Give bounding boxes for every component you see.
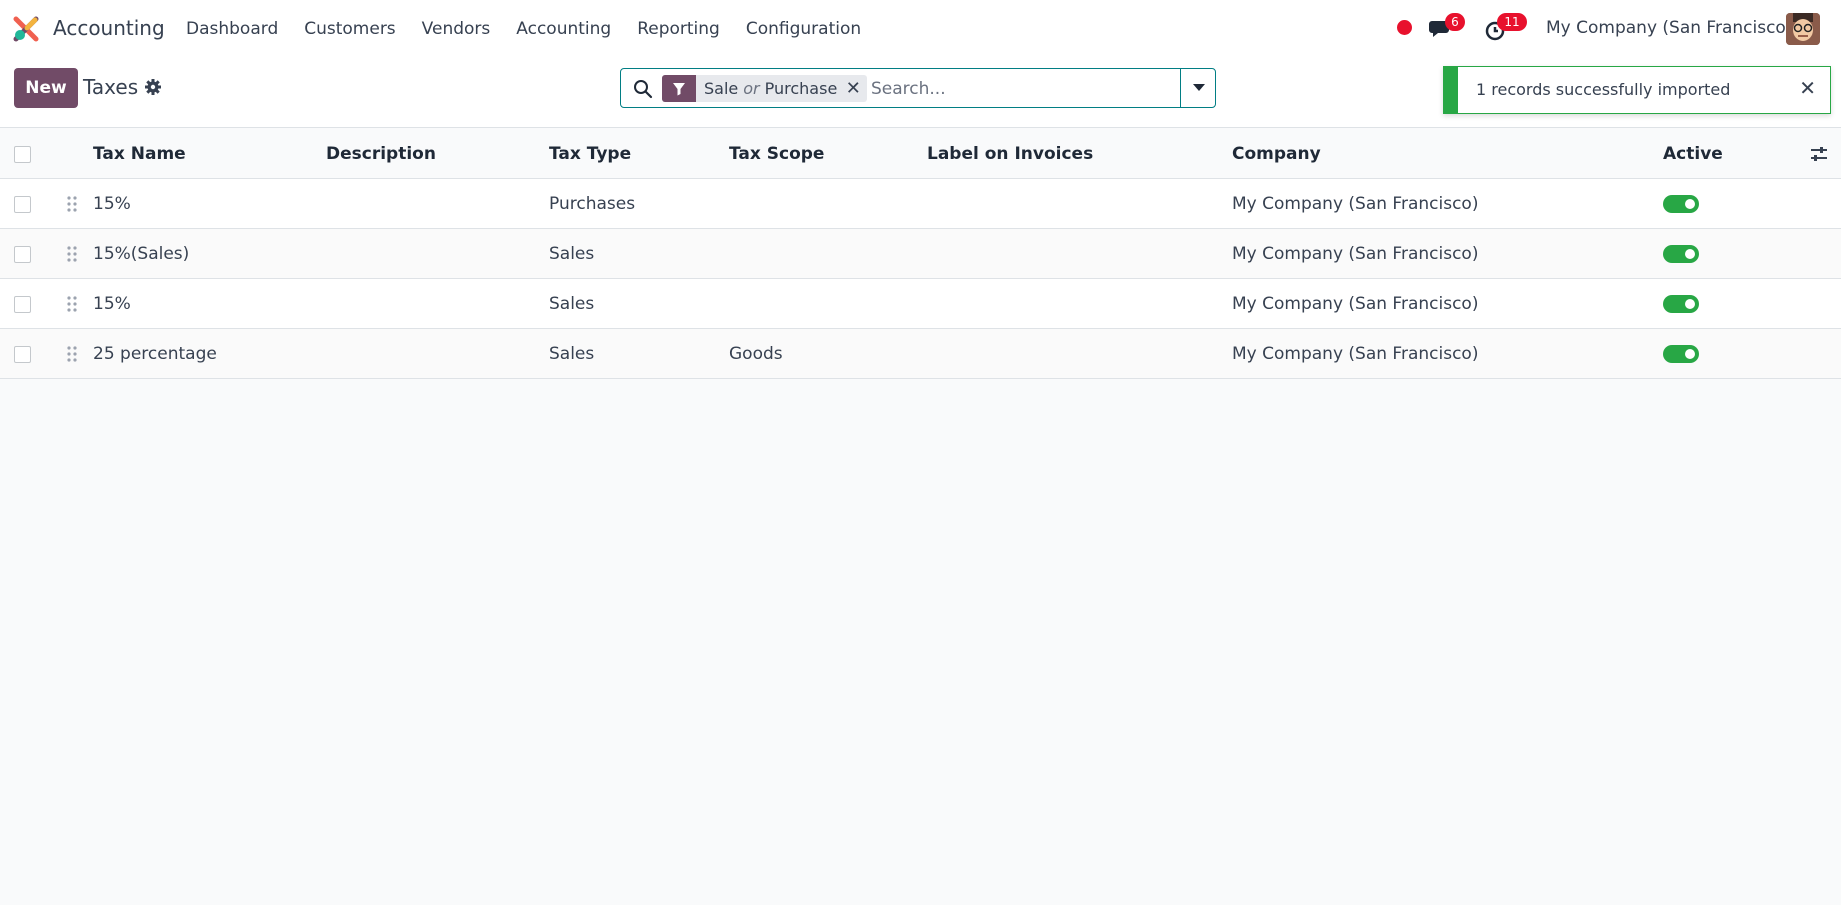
app-name[interactable]: Accounting	[53, 16, 165, 40]
notification-message: 1 records successfully imported	[1476, 80, 1731, 99]
drag-handle-icon[interactable]	[67, 294, 77, 314]
optional-columns-icon[interactable]	[1810, 145, 1828, 163]
active-toggle[interactable]	[1663, 245, 1699, 263]
company-switcher[interactable]: My Company (San Francisco)	[1546, 18, 1792, 38]
main-menu: Dashboard Customers Vendors Accounting R…	[173, 0, 874, 58]
drag-handle-icon[interactable]	[67, 344, 77, 364]
cell-tax-type: Sales	[549, 344, 595, 364]
menu-item-configuration[interactable]: Configuration	[733, 19, 874, 39]
table-header: Tax Name Description Tax Type Tax Scope …	[0, 129, 1841, 179]
close-icon[interactable]: ✕	[1799, 76, 1816, 100]
new-button[interactable]: New	[14, 68, 78, 108]
active-toggle[interactable]	[1663, 195, 1699, 213]
row-checkbox[interactable]	[14, 196, 31, 213]
column-header-company[interactable]: Company	[1232, 129, 1321, 179]
cell-company: My Company (San Francisco)	[1232, 194, 1479, 214]
table-row[interactable]: 25 percentage Sales Goods My Company (Sa…	[0, 329, 1841, 379]
drag-handle-icon[interactable]	[67, 194, 77, 214]
column-header-label-on-invoices[interactable]: Label on Invoices	[927, 129, 1093, 179]
table-row[interactable]: 15% Sales My Company (San Francisco)	[0, 279, 1841, 329]
search-icon	[634, 80, 653, 99]
cell-company: My Company (San Francisco)	[1232, 344, 1479, 364]
cell-tax-name: 15%	[93, 294, 131, 314]
facet-remove-icon[interactable]: ✕	[845, 78, 867, 99]
facet-value-sale: Sale	[704, 79, 739, 98]
menu-item-accounting[interactable]: Accounting	[503, 19, 624, 39]
success-notification: 1 records successfully imported ✕	[1443, 66, 1831, 114]
cell-tax-name: 15%(Sales)	[93, 244, 190, 264]
column-header-tax-type[interactable]: Tax Type	[549, 129, 631, 179]
cell-tax-name: 15%	[93, 194, 131, 214]
row-checkbox[interactable]	[14, 246, 31, 263]
gear-icon[interactable]	[144, 78, 162, 96]
menu-item-customers[interactable]: Customers	[291, 19, 408, 39]
filter-facet: Sale or Purchase ✕	[662, 75, 868, 102]
facet-value-purchase: Purchase	[764, 79, 838, 98]
menu-item-dashboard[interactable]: Dashboard	[173, 19, 291, 39]
column-header-tax-name[interactable]: Tax Name	[93, 129, 186, 179]
table-row[interactable]: 15%(Sales) Sales My Company (San Francis…	[0, 229, 1841, 279]
chat-count-badge: 6	[1445, 13, 1465, 31]
caret-down-icon	[1192, 84, 1205, 91]
menu-item-vendors[interactable]: Vendors	[409, 19, 504, 39]
taxes-list: Tax Name Description Tax Type Tax Scope …	[0, 129, 1841, 379]
cell-tax-type: Sales	[549, 294, 595, 314]
table-row[interactable]: 15% Purchases My Company (San Francisco)	[0, 179, 1841, 229]
facet-values: Sale or Purchase	[696, 79, 845, 98]
column-header-description[interactable]: Description	[326, 129, 436, 179]
column-header-tax-scope[interactable]: Tax Scope	[729, 129, 824, 179]
select-all-checkbox[interactable]	[14, 146, 31, 163]
search-box: Sale or Purchase ✕	[620, 68, 1216, 108]
cell-tax-name: 25 percentage	[93, 344, 217, 364]
active-toggle[interactable]	[1663, 345, 1699, 363]
page-title[interactable]: Taxes	[83, 75, 138, 99]
cell-company: My Company (San Francisco)	[1232, 294, 1479, 314]
search-input[interactable]	[871, 75, 1171, 102]
cell-tax-type: Purchases	[549, 194, 636, 214]
cell-tax-type: Sales	[549, 244, 595, 264]
drag-handle-icon[interactable]	[67, 244, 77, 264]
cell-company: My Company (San Francisco)	[1232, 244, 1479, 264]
facet-separator: or	[743, 79, 760, 98]
top-navbar: Accounting Dashboard Customers Vendors A…	[0, 0, 1841, 58]
active-toggle[interactable]	[1663, 295, 1699, 313]
row-checkbox[interactable]	[14, 346, 31, 363]
cell-tax-scope: Goods	[729, 344, 783, 364]
accounting-app-icon[interactable]	[13, 16, 39, 42]
recording-indicator-icon[interactable]	[1397, 20, 1412, 35]
user-avatar[interactable]	[1786, 13, 1820, 45]
filter-icon	[662, 75, 696, 102]
menu-item-reporting[interactable]: Reporting	[624, 19, 733, 39]
search-options-toggle[interactable]	[1180, 68, 1216, 108]
activity-count-badge: 11	[1497, 13, 1527, 31]
column-header-active[interactable]: Active	[1663, 129, 1723, 179]
row-checkbox[interactable]	[14, 296, 31, 313]
